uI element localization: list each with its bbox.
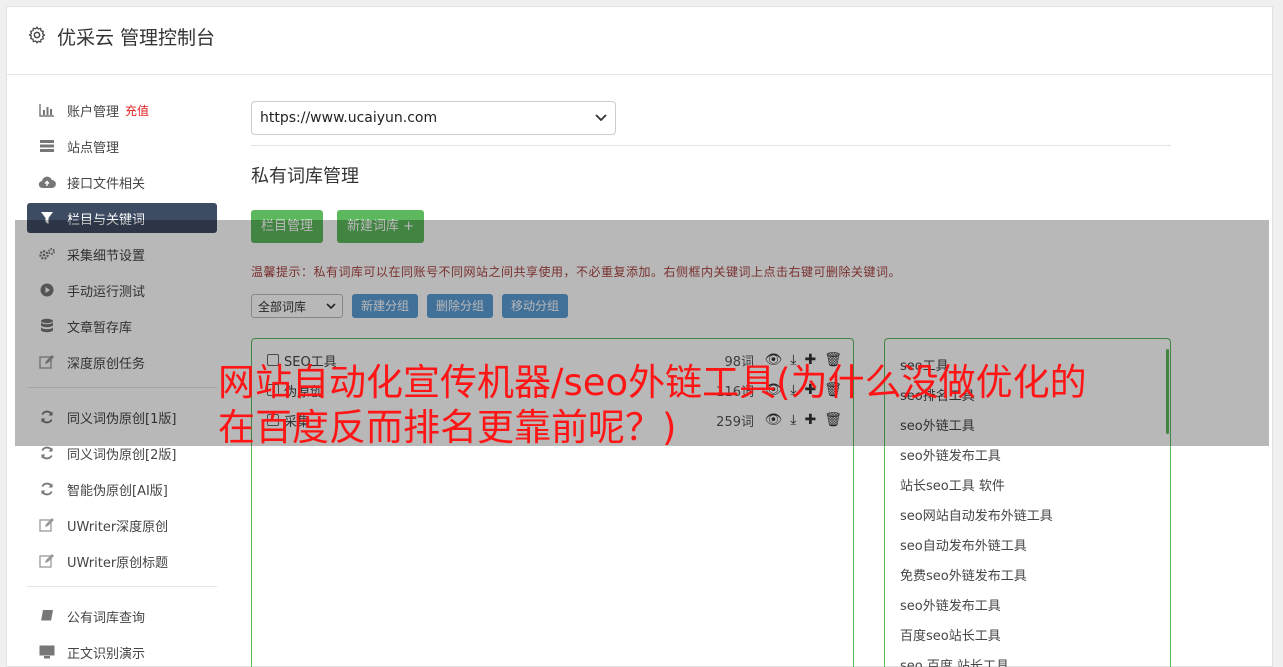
edit-icon [38,553,56,569]
sidebar-item-ai-original[interactable]: 智能伪原创[AI版] [27,474,217,504]
sidebar-item-sites[interactable]: 站点管理 [27,131,217,161]
chevron-down-icon [595,114,607,122]
sidebar-item-text-recognition[interactable]: 正文识别演示 [27,637,217,667]
sidebar-item-label: 站点管理 [67,140,120,156]
sidebar-item-uwriter-deep[interactable]: UWriter深度原创 [27,510,217,540]
sidebar-item-label: 接口文件相关 [67,176,146,192]
desktop-icon [38,644,56,660]
sidebar-divider [27,586,217,587]
keyword-item[interactable]: seo自动发布外链工具 [900,535,1027,554]
sidebar-item-label: 公有词库查询 [67,610,146,626]
bar-chart-icon [38,102,56,118]
refresh-icon [38,481,56,497]
sidebar-item-label: UWriter原创标题 [67,555,169,571]
keyword-item[interactable]: seo网站自动发布外链工具 [900,505,1053,524]
keyword-item[interactable]: seo外链发布工具 [900,595,1001,614]
keyword-item[interactable]: 免费seo外链发布工具 [900,565,1027,584]
edit-icon [38,517,56,533]
server-icon [38,138,56,154]
sidebar-item-account[interactable]: 账户管理 充值 [27,95,217,125]
sidebar-item-label: 智能伪原创[AI版] [67,483,168,499]
keyword-item[interactable]: 站长seo工具 软件 [900,475,1005,494]
recharge-link[interactable]: 充值 [125,102,149,119]
sidebar-item-label: 正文识别演示 [67,646,146,662]
site-select[interactable]: https://www.ucaiyun.com [251,101,616,135]
page-title: 私有词库管理 [251,166,359,187]
app-title: 优采云 管理控制台 [57,27,216,49]
sidebar-item-label: 账户管理 [67,104,120,120]
page-header: 优采云 管理控制台 [7,7,1272,75]
gear-icon [28,26,46,44]
keyword-item[interactable]: 百度seo站长工具 [900,625,1001,644]
sidebar-item-label: UWriter深度原创 [67,519,169,535]
book-icon [38,608,56,624]
site-select-value: https://www.ucaiyun.com [260,110,438,126]
keyword-item[interactable]: seo 百度 站长工具 [900,655,1009,667]
sidebar-item-uwriter-title[interactable]: UWriter原创标题 [27,546,217,576]
sidebar-item-interface[interactable]: 接口文件相关 [27,167,217,197]
headline-text: 网站自动化宣传机器/seo外链工具(为什么没做优化的在百度反而排名更靠前呢？) [218,361,1087,449]
sidebar-item-public-library[interactable]: 公有词库查询 [27,601,217,631]
refresh-icon [38,445,56,461]
sidebar-item-label: 同义词伪原创[2版] [67,447,177,463]
divider [251,145,1171,146]
cloud-upload-icon [38,174,56,190]
